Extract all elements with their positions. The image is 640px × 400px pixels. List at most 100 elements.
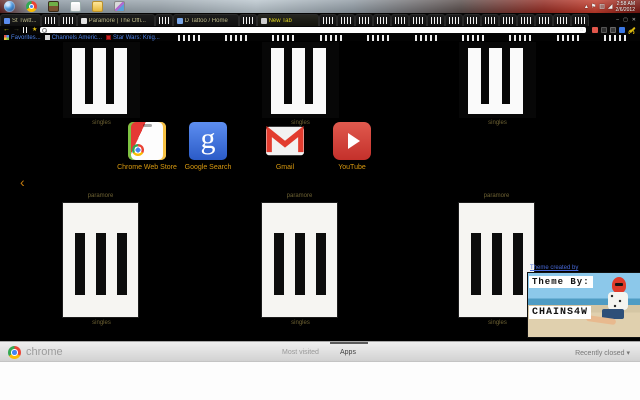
tab-paramore[interactable]: Paramore | The Offi... bbox=[76, 14, 155, 26]
tab-barcode[interactable] bbox=[408, 14, 427, 26]
theme-preview-image[interactable]: Theme By: CHAINS4W bbox=[528, 273, 640, 337]
bookmark-barcode-item[interactable] bbox=[224, 34, 249, 41]
taskbar-minecraft-icon[interactable] bbox=[48, 1, 59, 12]
bookmark-barcode-item[interactable] bbox=[556, 34, 581, 41]
tab-barcode[interactable] bbox=[390, 14, 409, 26]
bookmark-item[interactable]: Channels Americ... bbox=[44, 35, 102, 41]
most-visited-thumbnail[interactable] bbox=[459, 203, 534, 317]
app-gmail[interactable]: Gmail bbox=[250, 122, 320, 171]
tab-barcode[interactable] bbox=[534, 14, 553, 26]
tab-tattoo[interactable]: D Tattoo / Home bbox=[172, 14, 239, 26]
gmail-icon bbox=[266, 122, 304, 160]
app-label: Gmail bbox=[275, 164, 295, 171]
windows-favicon bbox=[4, 35, 9, 40]
tray-network-icon[interactable]: ▥ bbox=[599, 3, 605, 10]
tab-favicon bbox=[4, 17, 10, 24]
thumbnail-title[interactable]: paramore bbox=[63, 193, 138, 199]
most-visited-thumbnail[interactable] bbox=[63, 203, 138, 317]
app-google-search[interactable]: g Google Search bbox=[173, 122, 243, 171]
recently-closed-menu[interactable]: Recently closed ▾ bbox=[575, 349, 630, 357]
barcode-favicon bbox=[242, 17, 253, 24]
apps-row: Chrome Web Store g Google Search Gmail Y… bbox=[0, 122, 640, 178]
bookmark-barcode-item[interactable] bbox=[461, 34, 486, 41]
wrench-menu-icon[interactable] bbox=[629, 26, 636, 34]
tab-barcode[interactable] bbox=[480, 14, 499, 26]
taskbar-clock[interactable]: 2:58 AM 2/6/2012 bbox=[616, 1, 635, 13]
tab-barcode[interactable] bbox=[498, 14, 517, 26]
thumbnail-caption[interactable]: singles bbox=[262, 320, 339, 326]
barcode-favicon bbox=[520, 17, 531, 24]
extension-icon-3[interactable] bbox=[610, 27, 616, 33]
section-apps[interactable]: Apps bbox=[340, 349, 356, 356]
taskbar-folder-icon[interactable] bbox=[92, 1, 103, 12]
extension-icon-4[interactable] bbox=[619, 27, 625, 33]
tab-barcode[interactable] bbox=[570, 14, 589, 26]
tray-expand-icon[interactable]: ▴ bbox=[585, 3, 588, 10]
tab-barcode[interactable] bbox=[238, 14, 257, 26]
most-visited-thumbnail[interactable] bbox=[63, 42, 140, 118]
taskbar-paint-icon[interactable] bbox=[114, 1, 125, 12]
tab-barcode[interactable] bbox=[336, 14, 355, 26]
barcode-favicon bbox=[466, 17, 477, 24]
tab-barcode[interactable] bbox=[426, 14, 445, 26]
extension-icon-1[interactable] bbox=[592, 27, 598, 33]
close-icon[interactable]: ✕ bbox=[632, 18, 636, 23]
back-button[interactable]: ← bbox=[3, 26, 10, 34]
most-visited-thumbnail[interactable] bbox=[459, 42, 536, 118]
tab-barcode[interactable] bbox=[552, 14, 571, 26]
tab-barcode[interactable] bbox=[462, 14, 481, 26]
barcode-favicon bbox=[556, 17, 567, 24]
theme-credit-link[interactable]: Theme created by bbox=[530, 265, 578, 271]
omnibox-address-bar[interactable]: ☆ bbox=[40, 27, 586, 33]
barcode-favicon bbox=[44, 17, 55, 24]
bookmark-barcode-item[interactable] bbox=[272, 34, 297, 41]
home-button[interactable]: ★ bbox=[32, 26, 37, 34]
bookmark-barcode-item[interactable] bbox=[414, 34, 439, 41]
reload-button[interactable] bbox=[23, 27, 29, 33]
tab-barcode[interactable] bbox=[58, 14, 77, 26]
tab-strip: St Twitt... Paramore | The Offi... D Tat… bbox=[0, 13, 640, 26]
tab-barcode[interactable] bbox=[40, 14, 59, 26]
bookmark-star-icon[interactable]: ☆ bbox=[580, 27, 584, 33]
new-tab-page: singles singles singles Chrome Web Store… bbox=[0, 41, 640, 341]
thumbnail-title[interactable]: paramore bbox=[459, 193, 534, 199]
most-visited-thumbnail[interactable] bbox=[262, 42, 339, 118]
maximize-icon[interactable]: ▢ bbox=[623, 18, 628, 23]
app-chrome-web-store[interactable]: Chrome Web Store bbox=[112, 122, 182, 171]
section-most-visited[interactable]: Most visited bbox=[282, 349, 319, 356]
tab-new-tab-active[interactable]: New Tab bbox=[256, 14, 319, 26]
app-youtube[interactable]: YouTube bbox=[317, 122, 387, 171]
barcode-favicon bbox=[394, 17, 405, 24]
tab-barcode[interactable] bbox=[372, 14, 391, 26]
bookmark-barcode-item[interactable] bbox=[604, 34, 629, 41]
bookmark-item[interactable]: Star Wars: Knig... bbox=[106, 35, 160, 41]
tab-barcode[interactable] bbox=[444, 14, 463, 26]
bookmark-item[interactable]: Favorites... bbox=[4, 35, 41, 41]
tab-barcode[interactable] bbox=[516, 14, 535, 26]
barcode-favicon bbox=[502, 17, 513, 24]
carousel-prev-arrow[interactable]: ‹ bbox=[20, 175, 25, 189]
start-button[interactable] bbox=[4, 1, 15, 12]
taskbar-document-icon[interactable] bbox=[70, 1, 81, 12]
bookmark-barcode-item[interactable] bbox=[509, 34, 534, 41]
tab-favicon bbox=[260, 17, 267, 24]
minimize-icon[interactable]: – bbox=[616, 18, 619, 23]
forward-button[interactable]: → bbox=[13, 26, 20, 34]
thumbnail-title[interactable]: paramore bbox=[262, 193, 337, 199]
tray-flag-icon[interactable]: ⚑ bbox=[591, 3, 596, 10]
barcode-favicon bbox=[412, 17, 423, 24]
taskbar-chrome-icon[interactable] bbox=[26, 1, 37, 12]
bookmark-barcode-item[interactable] bbox=[367, 34, 392, 41]
thumbnail-caption[interactable]: singles bbox=[63, 320, 140, 326]
extension-icon-2[interactable] bbox=[601, 27, 607, 33]
most-visited-thumbnail[interactable] bbox=[262, 203, 337, 317]
tab-barcode[interactable] bbox=[318, 14, 337, 26]
tab-barcode[interactable] bbox=[354, 14, 373, 26]
bookmark-barcode-item[interactable] bbox=[177, 34, 202, 41]
tab-twitter[interactable]: St Twitt... bbox=[0, 14, 41, 26]
chrome-web-store-icon bbox=[128, 122, 166, 160]
bookmark-barcode-item[interactable] bbox=[319, 34, 344, 41]
tab-barcode[interactable] bbox=[154, 14, 173, 26]
tray-volume-icon[interactable]: ◢ bbox=[608, 3, 613, 10]
thumbnail-caption[interactable]: singles bbox=[459, 320, 536, 326]
